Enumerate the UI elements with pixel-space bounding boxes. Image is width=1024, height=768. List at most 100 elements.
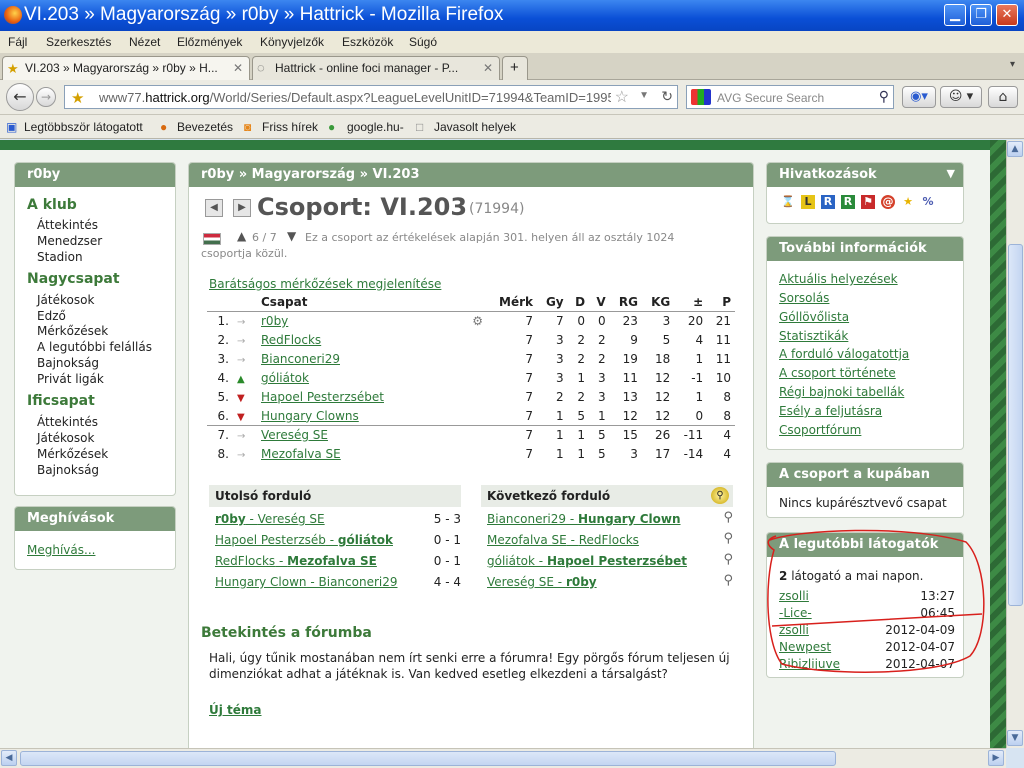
collapse-icon[interactable]: ▼ — [947, 167, 955, 180]
reload-icon[interactable]: ↻ — [661, 88, 673, 105]
hourglass-icon[interactable]: ⌛ — [781, 195, 795, 209]
team-link[interactable]: Vereség SE — [261, 428, 328, 442]
previous-series-button[interactable]: ◀ — [205, 199, 223, 217]
match-preview-icon[interactable]: ⚲ — [723, 531, 733, 546]
invite-link[interactable]: Meghívás... — [27, 543, 95, 557]
minimize-button[interactable]: ▁ — [944, 4, 966, 26]
home-team-link[interactable]: góliátok — [487, 554, 535, 568]
group-title-senior-team[interactable]: Nagycsapat — [27, 271, 120, 287]
home-team-link[interactable]: Vereség SE — [487, 575, 554, 589]
match-row[interactable]: Hapoel Pesterzséb - góliátok 0 - 1 — [209, 530, 467, 551]
r-blue-icon[interactable]: R — [821, 195, 835, 209]
horizontal-scroll-thumb[interactable] — [20, 751, 836, 766]
away-team-link[interactable]: Bianconeri29 — [319, 575, 398, 589]
match-row[interactable]: Hungary Clown - Bianconeri29 4 - 4 — [209, 572, 467, 593]
at-icon[interactable]: @ — [881, 195, 895, 209]
cell-team[interactable]: góliátok — [257, 369, 487, 388]
match-teams[interactable]: góliátok - Hapoel Pesterzsébet — [487, 554, 687, 568]
menu-item-youth-overview[interactable]: Áttekintés — [37, 415, 98, 429]
bookmark-google[interactable]: google.hu- — [347, 120, 404, 134]
percent-icon[interactable]: % — [921, 195, 935, 209]
home-team-link[interactable]: Mezofalva SE — [487, 533, 567, 547]
addon-globe-button[interactable]: ◉▾ — [902, 86, 936, 108]
home-team-link[interactable]: Hapoel Pesterzséb — [215, 533, 326, 547]
scroll-right-button[interactable]: ▶ — [988, 750, 1004, 766]
bookmark-getting-started[interactable]: Bevezetés — [177, 120, 233, 134]
r-green-icon[interactable]: R — [841, 195, 855, 209]
bookmark-star-icon[interactable]: ☆ — [610, 87, 629, 107]
link-round-best-eleven[interactable]: A forduló válogatottja — [779, 347, 909, 361]
show-friendlies-link[interactable]: Barátságos mérkőzések megjelenítése — [209, 277, 441, 291]
team-link[interactable]: Hungary Clowns — [261, 409, 359, 423]
scroll-up-button[interactable]: ▲ — [1007, 141, 1023, 157]
url-bar[interactable]: ★ www77.hattrick.org/World/Series/Defaul… — [64, 85, 678, 109]
cell-team[interactable]: r0by ⚙ — [257, 312, 487, 331]
scroll-down-button[interactable]: ▼ — [1007, 730, 1023, 746]
new-topic-link[interactable]: Új téma — [209, 703, 262, 717]
away-team-link[interactable]: Hungary Clown — [578, 512, 681, 526]
menu-item-stadium[interactable]: Stadion — [37, 250, 83, 264]
menu-item-players[interactable]: Játékosok — [37, 293, 94, 307]
home-team-link[interactable]: RedFlocks — [215, 554, 275, 568]
maximize-button[interactable]: ❐ — [970, 4, 992, 26]
menu-tools[interactable]: Eszközök — [342, 35, 393, 49]
close-tab-icon[interactable]: ✕ — [233, 61, 243, 75]
away-team-link[interactable]: RedFlocks — [579, 533, 639, 547]
addon-face-button[interactable]: ☺ ▾ — [940, 86, 982, 108]
team-link[interactable]: góliátok — [261, 371, 309, 385]
menu-item-youth-league[interactable]: Bajnokság — [37, 463, 99, 477]
match-preview-icon[interactable]: ⚲ — [723, 552, 733, 567]
menu-edit[interactable]: Szerkesztés — [46, 35, 111, 49]
match-teams[interactable]: Hapoel Pesterzséb - góliátok — [215, 533, 393, 547]
next-series-button[interactable]: ▶ — [233, 199, 251, 217]
league-l-icon[interactable]: L — [801, 195, 815, 209]
menu-item-league[interactable]: Bajnokság — [37, 356, 99, 370]
match-row[interactable]: RedFlocks - Mezofalva SE 0 - 1 — [209, 551, 467, 572]
bookmark-suggested-sites[interactable]: Javasolt helyek — [434, 120, 516, 134]
menu-item-club-overview[interactable]: Áttekintés — [37, 218, 98, 232]
tab-hattrick-online[interactable]: ◌ Hattrick - online foci manager - P... … — [252, 56, 500, 80]
home-team-link[interactable]: r0by — [215, 512, 246, 526]
menu-file[interactable]: Fájl — [8, 35, 27, 49]
match-teams[interactable]: r0by - Vereség SE — [215, 512, 325, 526]
menu-help[interactable]: Súgó — [409, 35, 437, 49]
menu-item-manager[interactable]: Menedzser — [37, 234, 102, 248]
menu-item-youth-matches[interactable]: Mérkőzések — [37, 447, 108, 461]
bookmark-latest-news[interactable]: Friss hírek — [262, 120, 318, 134]
team-link[interactable]: Mezofalva SE — [261, 447, 341, 461]
tab-hattrick-series[interactable]: ★ VI.203 » Magyarország » r0by » H... ✕ — [2, 56, 250, 80]
away-team-link[interactable]: Hapoel Pesterzsébet — [547, 554, 687, 568]
search-match-icon[interactable]: ⚲ — [711, 487, 729, 504]
match-teams[interactable]: Mezofalva SE - RedFlocks — [487, 533, 639, 547]
team-link[interactable]: r0by — [261, 314, 288, 328]
link-top-scorers[interactable]: Góllövőlista — [779, 310, 849, 324]
dropdown-arrow-icon[interactable]: ▼ — [639, 90, 649, 101]
cell-team[interactable]: Hapoel Pesterzsébet — [257, 388, 487, 407]
team-link[interactable]: Bianconeri29 — [261, 352, 340, 366]
team-link[interactable]: Hapoel Pesterzsébet — [261, 390, 384, 404]
gold-star-icon[interactable]: ★ — [901, 195, 915, 209]
tab-list-icon[interactable]: ▾ — [1010, 59, 1015, 70]
vertical-scroll-thumb[interactable] — [1008, 244, 1023, 606]
cell-team[interactable]: Hungary Clowns — [257, 407, 487, 426]
link-fixtures[interactable]: Sorsolás — [779, 291, 829, 305]
away-team-link[interactable]: r0by — [566, 575, 597, 589]
match-teams[interactable]: RedFlocks - Mezofalva SE — [215, 554, 377, 568]
home-team-link[interactable]: Bianconeri29 — [487, 512, 566, 526]
group-title-club[interactable]: A klub — [27, 197, 77, 213]
match-row[interactable]: Bianconeri29 - Hungary Clown ⚲ — [481, 509, 739, 530]
link-series-history[interactable]: A csoport története — [779, 366, 896, 380]
away-team-link[interactable]: Mezofalva SE — [287, 554, 377, 568]
team-link[interactable]: RedFlocks — [261, 333, 321, 347]
vertical-scrollbar[interactable]: ▲ ▼ — [1006, 140, 1024, 748]
home-team-link[interactable]: Hungary Clown — [215, 575, 307, 589]
red-badge-icon[interactable]: ⚑ — [861, 195, 875, 209]
menu-item-private-leagues[interactable]: Privát ligák — [37, 372, 104, 386]
link-current-standings[interactable]: Aktuális helyezések — [779, 272, 898, 286]
link-old-tables[interactable]: Régi bajnoki tabellák — [779, 385, 904, 399]
cell-team[interactable]: RedFlocks — [257, 331, 487, 350]
menu-item-coach[interactable]: Edző — [37, 309, 66, 323]
match-teams[interactable]: Vereség SE - r0by — [487, 575, 597, 589]
match-row[interactable]: góliátok - Hapoel Pesterzsébet ⚲ — [481, 551, 739, 572]
link-promotion-chance[interactable]: Esély a feljutásra — [779, 404, 882, 418]
